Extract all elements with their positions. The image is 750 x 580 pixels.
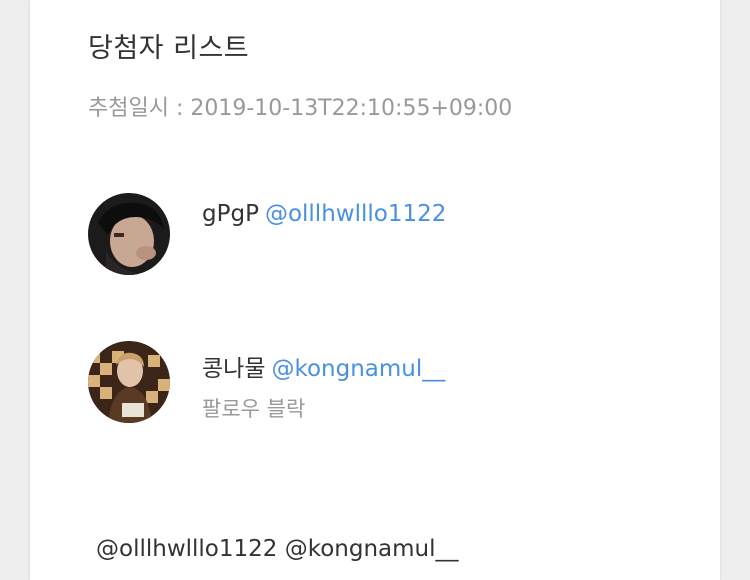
winner-status-note: 팔로우 블락 [202,397,306,421]
winner-name-line: gPgP @olllhwlllo1122 [202,201,446,227]
avatar-image [88,341,170,423]
draw-date: 추첨일시 : 2019-10-13T22:10:55+09:00 [88,96,513,121]
winner-handle-link[interactable]: @olllhwlllo1122 [265,201,446,227]
avatar-image [88,193,170,275]
winner-handle-link[interactable]: @kongnamul__ [271,356,445,382]
avatar[interactable] [88,341,170,423]
mention-text: @olllhwlllo1122 @kongnamul__ [96,536,459,562]
winner-name: gPgP [202,201,259,227]
winner-name-line: 콩나물 @kongnamul__ [202,349,445,383]
avatar[interactable] [88,193,170,275]
winner-name: 콩나물 [202,356,266,382]
winner-list-card: 당첨자 리스트 추첨일시 : 2019-10-13T22:10:55+09:00… [30,0,720,580]
page-title: 당첨자 리스트 [88,33,250,64]
